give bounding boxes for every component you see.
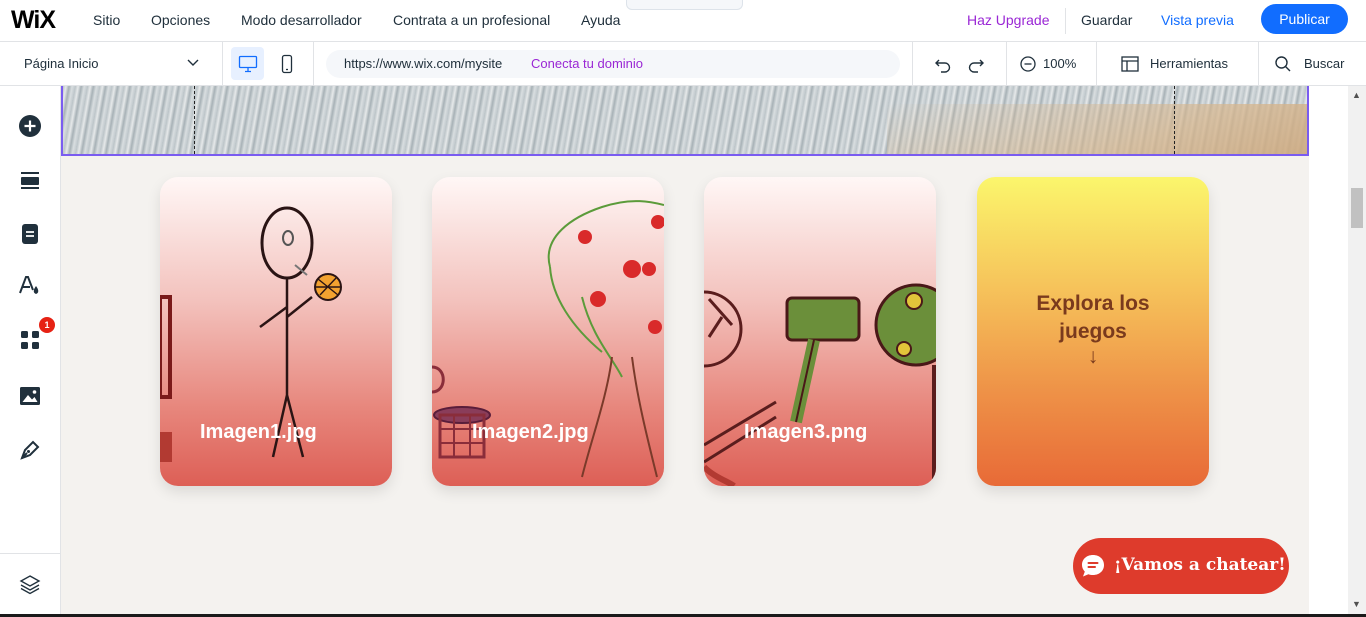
tools-icon[interactable] [1120,54,1140,74]
apps-icon [21,331,39,349]
divider [912,42,913,86]
layout-guide [1174,86,1175,154]
divider [1006,42,1007,86]
desktop-icon [238,55,257,72]
sand-area [887,104,1307,154]
divider [1065,8,1066,34]
card-label: Imagen1.jpg [200,421,317,443]
card-label: Imagen2.jpg [472,421,589,443]
mobile-icon [281,54,293,73]
sections-button[interactable] [16,166,44,194]
menu-dev-mode[interactable]: Modo desarrollador [241,12,362,28]
zoom-out-icon[interactable] [1018,54,1038,74]
scroll-down-icon[interactable]: ▼ [1352,599,1361,609]
menu-options[interactable]: Opciones [151,12,210,28]
gallery-card-1[interactable]: Imagen1.jpg [160,177,392,486]
site-url-bar: https://www.wix.com/mysite Conecta tu do… [326,50,900,78]
cta-line-2: juegos [1059,320,1127,343]
menu-site[interactable]: Sitio [93,12,120,28]
pages-icon [22,224,38,244]
upgrade-link[interactable]: Haz Upgrade [967,12,1050,28]
wix-logo[interactable]: WiX [11,6,56,35]
vertical-scrollbar[interactable] [1348,86,1366,614]
design-button[interactable] [16,272,44,300]
layers-button[interactable] [16,570,44,598]
pages-button[interactable] [16,220,44,248]
divider [313,42,314,86]
layout-guide [194,86,195,154]
arrow-down-icon: ↓ [1087,345,1099,368]
beach-strip-image[interactable] [61,86,1309,156]
gallery-card-2[interactable]: Imagen2.jpg [432,177,664,486]
layers-icon [19,575,41,595]
divider [1096,42,1097,86]
left-sidebar: 1 [0,86,61,614]
connect-domain-link[interactable]: Conecta tu dominio [531,56,643,71]
blog-button[interactable] [16,436,44,464]
preview-button[interactable]: Vista previa [1161,12,1234,28]
add-icon [19,115,41,137]
desktop-view-button[interactable] [231,47,264,80]
card-label: Imagen3.png [744,421,868,443]
editor-canvas[interactable]: Imagen1.jpg Imagen2.jpg Imagen3.png Expl… [61,86,1309,614]
chat-label: ¡Vamos a chatear! [1114,555,1286,575]
cta-line-1: Explora los [1036,292,1150,315]
sections-icon [21,172,39,189]
divider [1258,42,1259,86]
search-icon[interactable] [1273,54,1293,74]
publish-button[interactable]: Publicar [1261,4,1348,34]
undo-icon[interactable] [933,54,953,74]
add-elements-button[interactable] [16,112,44,140]
explore-games-card[interactable]: Explora los juegos ↓ [977,177,1209,486]
scrollbar-thumb[interactable] [1351,188,1363,228]
divider [0,553,61,554]
chat-bubble-icon [1082,555,1104,577]
theme-icon [19,276,39,294]
collapse-topbar-button[interactable]: ⌃ [626,0,743,10]
editor-toolbar: Página Inicio https://www.wix.com/mysite… [0,42,1366,86]
pen-icon [20,440,40,460]
menu-hire-pro[interactable]: Contrata a un profesional [393,12,550,28]
zoom-level[interactable]: 100% [1043,56,1076,71]
apps-button[interactable] [16,326,44,354]
search-button[interactable]: Buscar [1304,56,1344,71]
explore-games-text: Explora los juegos ↓ [977,290,1209,368]
media-button[interactable] [16,382,44,410]
chat-button[interactable]: ¡Vamos a chatear! [1073,538,1289,594]
divider [222,42,223,86]
notification-badge: 1 [39,317,55,333]
page-selector[interactable]: Página Inicio [24,56,98,71]
gallery-card-3[interactable]: Imagen3.png [704,177,936,486]
mobile-view-button[interactable] [276,47,298,80]
menu-help[interactable]: Ayuda [581,12,620,28]
tools-button[interactable]: Herramientas [1150,56,1228,71]
top-menu-bar: WiX Sitio Opciones Modo desarrollador Co… [0,0,1366,42]
save-button[interactable]: Guardar [1081,12,1132,28]
media-icon [20,387,40,405]
chevron-up-icon: ⌃ [679,0,689,7]
site-url: https://www.wix.com/mysite [344,56,503,71]
redo-icon[interactable] [966,54,986,74]
scroll-up-icon[interactable]: ▲ [1352,90,1361,100]
chevron-down-icon[interactable] [186,55,200,69]
